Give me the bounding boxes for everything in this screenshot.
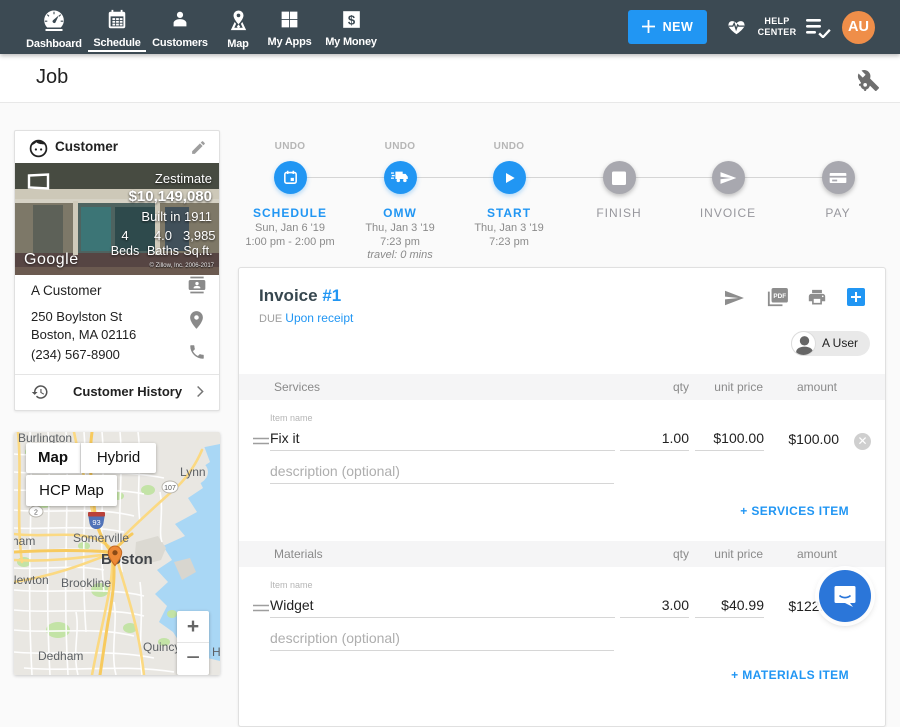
svg-text:Newton: Newton xyxy=(14,573,49,587)
svg-text:Quincy: Quincy xyxy=(143,640,180,654)
svg-text:PDF: PDF xyxy=(773,293,786,300)
svg-text:Hi: Hi xyxy=(212,645,220,659)
svg-text:$: $ xyxy=(347,12,355,27)
svg-text:2: 2 xyxy=(34,510,38,517)
svg-text:93: 93 xyxy=(92,518,100,527)
svg-text:107: 107 xyxy=(164,485,176,492)
svg-text:Brookline: Brookline xyxy=(61,576,111,590)
svg-text:ham: ham xyxy=(14,534,35,548)
svg-text:Somerville: Somerville xyxy=(73,531,129,545)
svg-text:Dedham: Dedham xyxy=(38,649,83,663)
svg-text:Lynn: Lynn xyxy=(180,465,206,479)
